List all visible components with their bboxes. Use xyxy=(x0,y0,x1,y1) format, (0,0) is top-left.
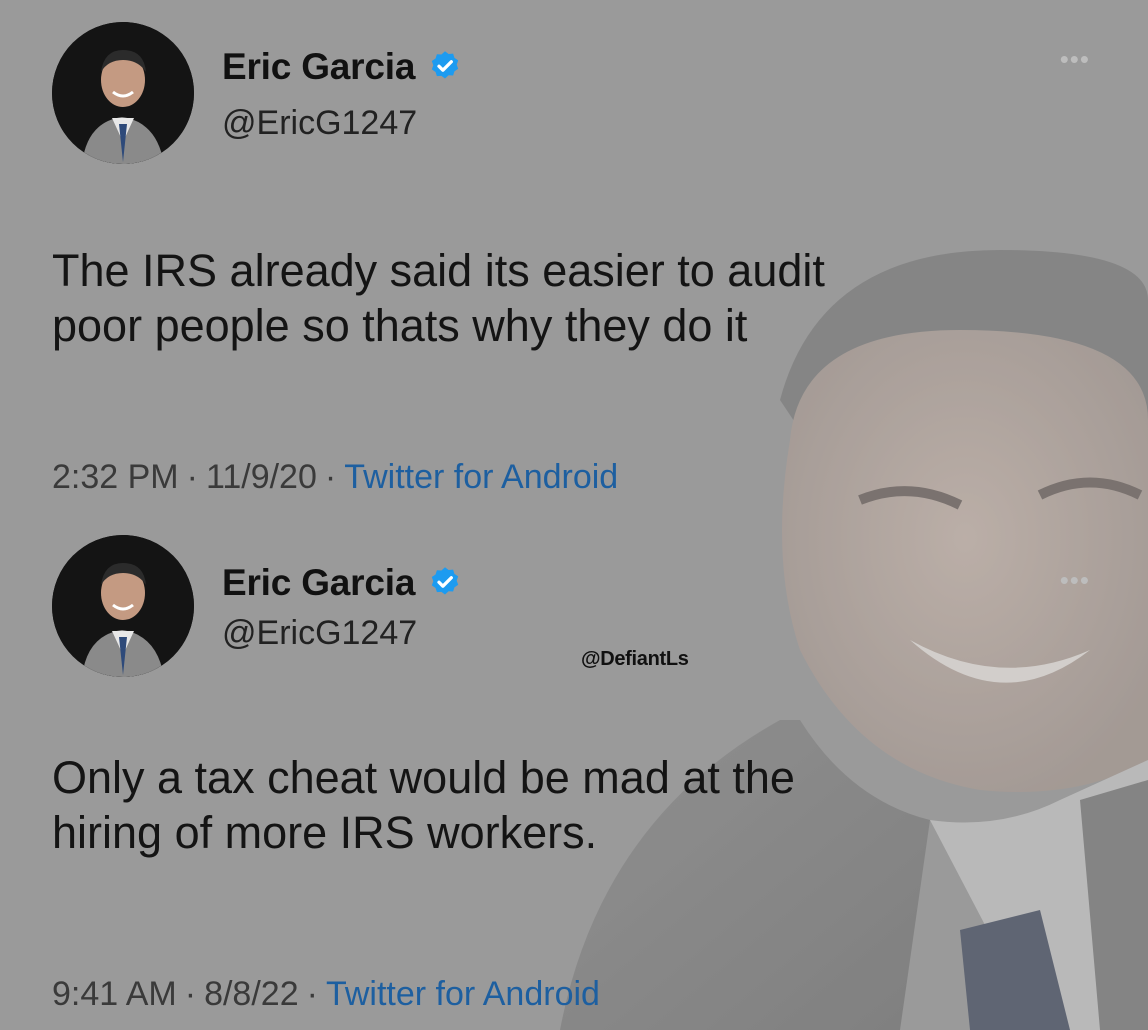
tweet-text-line: poor people so thats why they do it xyxy=(52,300,748,351)
tweet-source-link[interactable]: Twitter for Android xyxy=(344,458,618,496)
display-name[interactable]: Eric Garcia xyxy=(222,46,415,88)
watermark-text: @DefiantLs xyxy=(581,648,689,670)
tweet-time[interactable]: 9:41 AM xyxy=(52,975,177,1013)
avatar-image xyxy=(52,22,194,164)
name-row: Eric Garcia xyxy=(222,562,463,604)
tweet-text-line: Only a tax cheat would be mad at the xyxy=(52,752,795,803)
meta-separator: · xyxy=(184,975,197,1013)
tweet-time[interactable]: 2:32 PM xyxy=(52,458,179,496)
tweet-source-link[interactable]: Twitter for Android xyxy=(326,975,600,1013)
meta-separator: · xyxy=(186,458,198,496)
tweet-meta: 9:41 AM · 8/8/22 · Twitter for Android xyxy=(52,975,600,1014)
tweet-meta: 2:32 PM · 11/9/20 · Twitter for Android xyxy=(52,458,618,497)
meta-separator: · xyxy=(324,458,337,496)
name-row: Eric Garcia xyxy=(222,46,463,88)
handle[interactable]: @EricG1247 xyxy=(222,104,417,143)
handle[interactable]: @EricG1247 xyxy=(222,614,417,653)
more-dots-icon[interactable]: ••• xyxy=(1060,44,1090,75)
verified-badge-icon xyxy=(432,567,459,595)
tweet-text-line: hiring of more IRS workers. xyxy=(52,807,598,858)
tweet-text: Only a tax cheat would be mad at the hir… xyxy=(52,750,1092,860)
avatar[interactable] xyxy=(52,535,194,677)
tweet-date[interactable]: 8/8/22 xyxy=(204,975,299,1013)
tweet-text-line: The IRS already said its easier to audit xyxy=(52,245,825,296)
avatar-image xyxy=(52,535,194,677)
avatar[interactable] xyxy=(52,22,194,164)
tweet-text: The IRS already said its easier to audit… xyxy=(52,243,1092,353)
verified-badge-icon xyxy=(432,51,459,79)
display-name[interactable]: Eric Garcia xyxy=(222,562,415,604)
more-dots-icon[interactable]: ••• xyxy=(1060,565,1090,596)
grey-overlay xyxy=(0,0,1148,1030)
tweet-date[interactable]: 11/9/20 xyxy=(206,458,317,496)
meta-separator: · xyxy=(306,975,318,1013)
